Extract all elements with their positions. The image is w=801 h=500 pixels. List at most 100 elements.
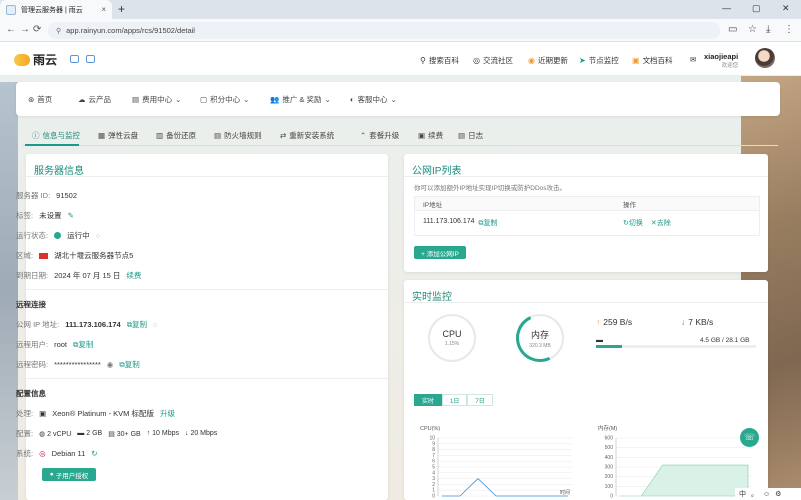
copy-ip-button[interactable]: ⧉复制 bbox=[479, 218, 498, 228]
disk-icon: ▤ bbox=[108, 430, 117, 438]
firewall-icon: ▤ bbox=[214, 131, 222, 140]
server-id: 91502 bbox=[56, 191, 78, 200]
address-bar: ← → ⟳ ⚲ app.rainyun.com/apps/rcs/91502/d… bbox=[0, 19, 801, 42]
memory-gauge: 内存 320.3 MB bbox=[509, 307, 571, 369]
column-action: 操作 bbox=[623, 201, 636, 209]
menu-icon[interactable]: ⋮ bbox=[784, 24, 794, 35]
tab-disk[interactable]: ▦ 弹性云盘 bbox=[98, 130, 138, 141]
range-toggle: 实时 1日 7日 bbox=[414, 394, 493, 406]
info-icon: ⓘ bbox=[32, 131, 40, 140]
url-text: app.rainyun.com/apps/rcs/91502/detail bbox=[66, 26, 195, 35]
tab-firewall[interactable]: ▤ 防火墙规则 bbox=[214, 130, 262, 141]
search-icon: ⚲ bbox=[420, 56, 426, 65]
upgrade-link[interactable]: 升级 bbox=[160, 408, 175, 419]
ip-cell: 111.173.106.174 ⧉复制 bbox=[415, 218, 623, 228]
tab-label: 续费 bbox=[428, 131, 444, 140]
refresh-icon[interactable]: ↻ bbox=[91, 449, 97, 458]
window-icon[interactable] bbox=[70, 55, 79, 63]
download-icon[interactable]: ⤓ bbox=[766, 24, 770, 35]
home-icon: ⊛ bbox=[28, 95, 35, 104]
nav-item-billing[interactable]: ▤ 费用中心 ⌄ bbox=[132, 94, 181, 105]
close-window-button[interactable]: ✕ bbox=[782, 3, 790, 14]
chat-icon: ☏ bbox=[743, 432, 756, 442]
data-point bbox=[460, 496, 461, 497]
data-point bbox=[748, 465, 749, 466]
copy-user-button[interactable]: ⧉复制 bbox=[73, 339, 93, 350]
logo[interactable]: 雨云 bbox=[14, 51, 57, 68]
card-title: 服务器信息 bbox=[34, 166, 84, 177]
show-password-icon[interactable]: ◉ bbox=[107, 360, 114, 369]
remove-ip-button[interactable]: ✕去除 bbox=[651, 218, 671, 228]
debian-icon: ◎ bbox=[39, 449, 46, 458]
header-link-docs[interactable]: ▣ 文档百科 bbox=[632, 55, 673, 66]
nav-item-label: 首页 bbox=[37, 95, 53, 104]
data-point bbox=[641, 496, 642, 497]
ime-settings-button[interactable]: ⚙ bbox=[775, 490, 781, 498]
nav-item-points[interactable]: ▢ 积分中心 ⌄ bbox=[200, 94, 249, 105]
copy-password-button[interactable]: ⧉复制 bbox=[119, 359, 139, 370]
edit-icon[interactable]: ✎ bbox=[68, 211, 74, 220]
cpu-chart: CPU(%) 10 9 8 7 6 5 4 3 2 1 0 时间 bbox=[412, 424, 580, 500]
range-1d-button[interactable]: 1日 bbox=[442, 394, 468, 406]
user-row: 远程用户: root ⧉复制 bbox=[16, 339, 93, 350]
disk-usage-bar bbox=[596, 345, 756, 348]
site-info-icon[interactable]: ⚲ bbox=[56, 27, 61, 35]
row-label: 处理: bbox=[16, 409, 34, 418]
new-tab-button[interactable]: + bbox=[118, 2, 125, 16]
header-link-updates[interactable]: ◉ 近期更新 bbox=[528, 55, 568, 66]
copy-ip-button[interactable]: ⧉复制 bbox=[127, 319, 147, 330]
server-id-row: 服务器 ID: 91502 bbox=[16, 190, 77, 201]
subaccount-auth-button[interactable]: ● 子用户授权 bbox=[42, 468, 96, 481]
ip-address: 111.173.106.174 bbox=[423, 218, 475, 225]
header-link-community[interactable]: ◎ 交流社区 bbox=[473, 55, 513, 66]
chevron-down-icon: ⌄ bbox=[175, 95, 182, 104]
mail-icon[interactable]: ✉ bbox=[690, 55, 696, 64]
user-info[interactable]: xiaojieapi 欢迎您 bbox=[704, 52, 738, 69]
header-link-nodes[interactable]: ➤ 节点监控 bbox=[579, 55, 619, 66]
nav-item-promotion[interactable]: 👥 推广 & 奖励 ⌄ bbox=[270, 94, 331, 105]
ime-emoji-button[interactable]: ☺ bbox=[763, 491, 770, 498]
minimize-button[interactable]: — bbox=[722, 3, 731, 13]
nav-item-home[interactable]: ⊛ 首页 bbox=[28, 94, 52, 105]
tab-close-icon[interactable]: × bbox=[101, 5, 106, 14]
help-icon[interactable]: ◌ bbox=[153, 320, 157, 329]
ime-mode-button[interactable]: 中 bbox=[739, 489, 746, 499]
header-link-wiki[interactable]: ⚲ 搜索百科 bbox=[420, 55, 459, 66]
nav-item-products[interactable]: ☁ 云产品 bbox=[78, 94, 111, 105]
install-app-icon[interactable]: ▭ bbox=[728, 24, 737, 35]
range-7d-button[interactable]: 7日 bbox=[467, 394, 493, 406]
help-icon[interactable]: ◌ bbox=[96, 231, 100, 240]
disk-usage-fill bbox=[596, 345, 622, 348]
tab-renew[interactable]: ▣ 续费 bbox=[418, 130, 443, 141]
id-card-icon[interactable] bbox=[86, 55, 95, 63]
support-chat-button[interactable]: ☏ bbox=[740, 428, 759, 447]
add-public-ip-button[interactable]: + 添加公网IP bbox=[414, 246, 466, 259]
range-realtime-button[interactable]: 实时 bbox=[414, 394, 443, 406]
back-icon[interactable]: ← bbox=[6, 24, 16, 35]
running-status-icon bbox=[54, 232, 62, 239]
row-label: 远程密码: bbox=[16, 360, 49, 369]
tab-reinstall[interactable]: ⇄ 重新安装系统 bbox=[280, 130, 334, 141]
tab-backup[interactable]: ▥ 备份还原 bbox=[156, 130, 196, 141]
tab-label: 日志 bbox=[468, 131, 484, 140]
ime-punct-button[interactable]: 。 bbox=[751, 489, 758, 499]
data-point bbox=[550, 496, 551, 497]
switch-ip-button[interactable]: ↻切换 bbox=[623, 218, 643, 228]
backup-icon: ▥ bbox=[156, 131, 164, 140]
axis-label: CPU(%) bbox=[420, 426, 440, 432]
upload-speed: ↑ 259 B/s bbox=[596, 317, 632, 327]
url-input[interactable]: ⚲ app.rainyun.com/apps/rcs/91502/detail bbox=[48, 22, 720, 39]
bookmark-star-icon[interactable]: ☆ bbox=[748, 24, 757, 35]
reload-icon[interactable]: ⟳ bbox=[33, 24, 41, 35]
nav-item-support[interactable]: ◐ 客服中心 ⌄ bbox=[350, 94, 397, 105]
forward-icon[interactable]: → bbox=[20, 24, 30, 35]
renew-link[interactable]: 续费 bbox=[126, 270, 141, 281]
data-point bbox=[496, 496, 497, 497]
tab-log[interactable]: ▤ 日志 bbox=[458, 130, 483, 141]
avatar[interactable] bbox=[755, 48, 775, 68]
cpu-row: 处理: ▣ Xeon® Platinum - KVM 标配版 升级 bbox=[16, 408, 175, 419]
tab-info-monitor[interactable]: ⓘ 信息与监控 bbox=[32, 130, 80, 141]
tab-upgrade[interactable]: ⌃ 套餐升级 bbox=[360, 130, 399, 141]
maximize-button[interactable]: ▢ bbox=[752, 3, 761, 14]
browser-tab[interactable]: 管理云服务器 | 雨云 × bbox=[0, 0, 112, 19]
